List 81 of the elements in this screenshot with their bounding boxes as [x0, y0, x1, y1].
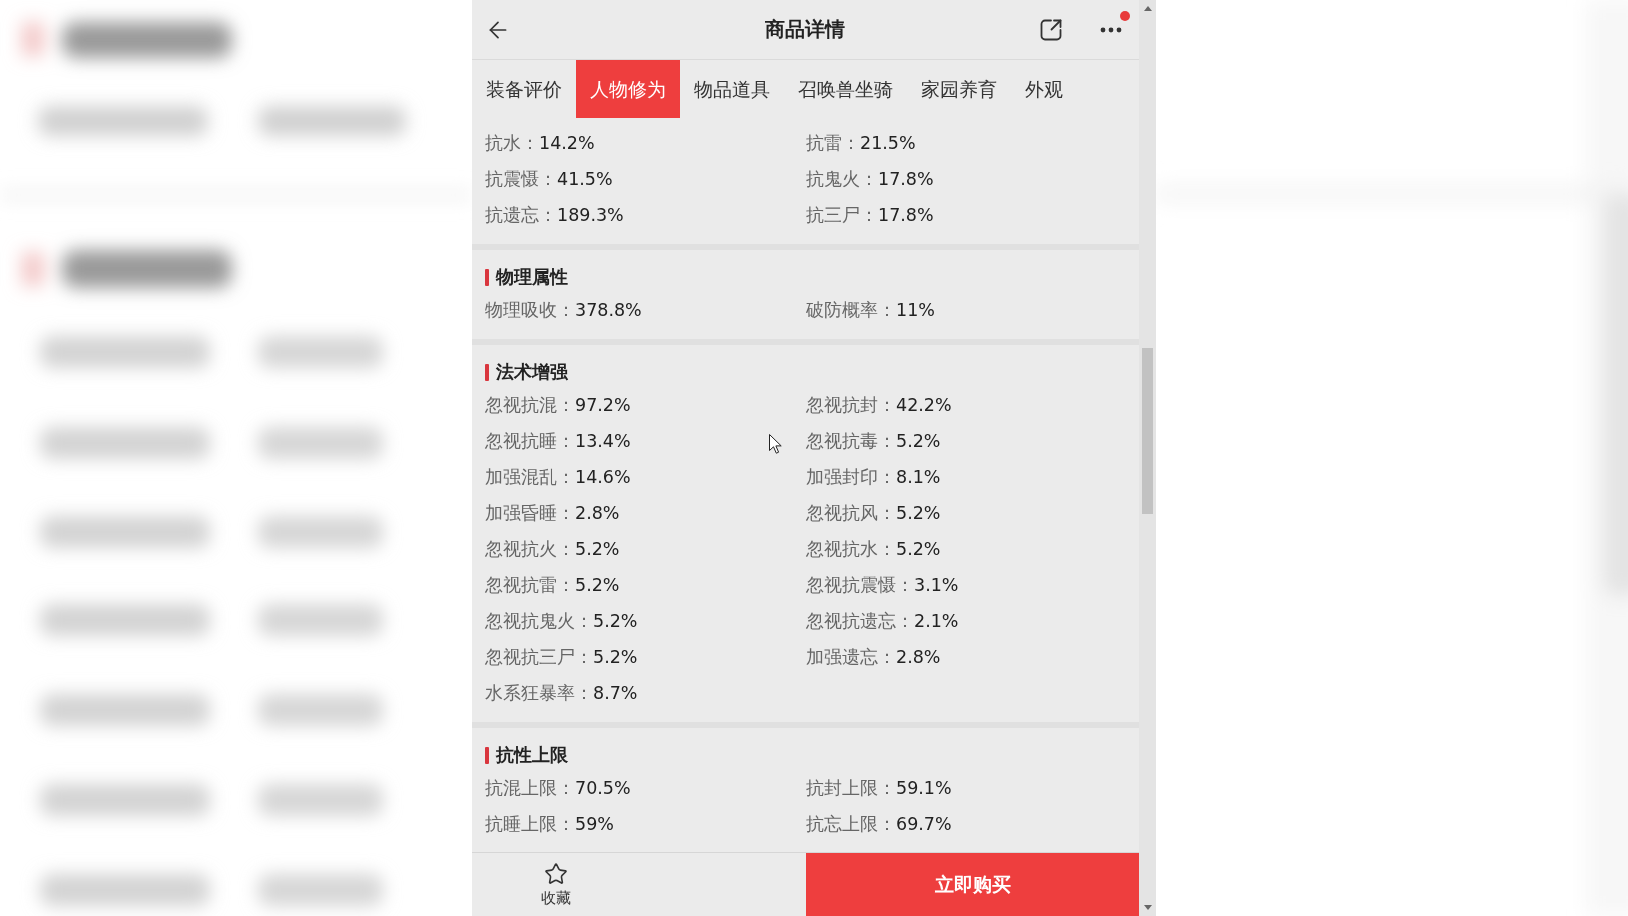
favorite-button[interactable]: 收藏 — [472, 853, 639, 916]
category-tab[interactable]: 物品道具 — [680, 60, 784, 118]
stat-label: 加强遗忘： — [806, 646, 896, 669]
stat-value: 8.1% — [896, 467, 941, 487]
share-icon — [1039, 17, 1063, 42]
stat-value: 13.4% — [575, 431, 631, 451]
stat-label: 加强昏睡： — [485, 502, 575, 525]
page-title: 商品详情 — [764, 17, 845, 43]
section-marker-icon — [485, 363, 489, 381]
stat-value: 2.1% — [914, 611, 959, 631]
stat-value: 2.8% — [575, 503, 620, 523]
more-icon — [1100, 26, 1122, 33]
stat-label: 忽视抗水： — [806, 538, 896, 561]
stat-label: 忽视抗三尸： — [485, 646, 593, 669]
stat-label: 抗雷： — [806, 132, 860, 155]
stat-value: 14.6% — [575, 467, 631, 487]
category-tab[interactable]: 装备评价 — [472, 60, 576, 118]
stat-label: 加强封印： — [806, 466, 896, 489]
stat-value: 17.8% — [878, 205, 934, 225]
stat-value: 5.2% — [593, 647, 638, 667]
stat-label: 抗睡上限： — [485, 813, 575, 836]
category-tab[interactable]: 召唤兽坐骑 — [784, 60, 907, 118]
stat-label: 抗三尸： — [806, 204, 878, 227]
stat-value: 5.2% — [593, 611, 638, 631]
section-title: 抗性上限 — [496, 744, 568, 767]
stat-value: 8.7% — [593, 683, 638, 703]
stat-label: 忽视抗毒： — [806, 430, 896, 453]
stat-label: 忽视抗火： — [485, 538, 575, 561]
stat-value: 189.3% — [557, 205, 624, 225]
scrollbar[interactable] — [1139, 0, 1156, 916]
scroll-down-icon[interactable] — [1143, 905, 1152, 910]
stat-label: 抗遗忘： — [485, 204, 557, 227]
stat-label: 抗鬼火： — [806, 168, 878, 191]
stat-label: 忽视抗混： — [485, 394, 575, 417]
stat-label: 抗忘上限： — [806, 813, 896, 836]
stat-label: 忽视抗雷： — [485, 574, 575, 597]
stat-value: 17.8% — [878, 169, 934, 189]
stat-label: 物理吸收： — [485, 299, 575, 322]
stat-label: 忽视抗睡： — [485, 430, 575, 453]
category-tab[interactable]: 家园养育 — [907, 60, 1011, 118]
stat-value: 41.5% — [557, 169, 613, 189]
stat-label: 抗水： — [485, 132, 539, 155]
stat-value: 378.8% — [575, 300, 642, 320]
stat-value: 11% — [896, 300, 935, 320]
stat-label: 忽视抗风： — [806, 502, 896, 525]
stat-value: 5.2% — [575, 539, 620, 559]
stat-label: 忽视抗封： — [806, 394, 896, 417]
stat-label: 抗混上限： — [485, 777, 575, 800]
stat-value: 42.2% — [896, 395, 952, 415]
stat-label: 抗震慑： — [485, 168, 557, 191]
section-title: 物理属性 — [496, 266, 568, 289]
stat-label: 忽视抗震慑： — [806, 574, 914, 597]
stat-value: 5.2% — [896, 503, 941, 523]
stat-label: 加强混乱： — [485, 466, 575, 489]
category-tab[interactable]: 外观 — [1011, 60, 1077, 118]
stat-value: 69.7% — [896, 814, 952, 834]
stat-value: 14.2% — [539, 133, 595, 153]
scroll-up-icon[interactable] — [1143, 6, 1152, 11]
buy-now-button[interactable]: 立即购买 — [806, 853, 1139, 916]
stat-value: 5.2% — [896, 539, 941, 559]
stat-label: 破防概率： — [806, 299, 896, 322]
stat-value: 97.2% — [575, 395, 631, 415]
section-marker-icon — [485, 746, 489, 764]
section-title: 法术增强 — [496, 361, 568, 384]
scrollbar-thumb[interactable] — [1142, 348, 1153, 514]
stat-value: 2.8% — [896, 647, 941, 667]
section-marker-icon — [485, 268, 489, 286]
stat-value: 59% — [575, 814, 614, 834]
stat-label: 抗封上限： — [806, 777, 896, 800]
stat-value: 5.2% — [896, 431, 941, 451]
stat-value: 59.1% — [896, 778, 952, 798]
stat-value: 5.2% — [575, 575, 620, 595]
stat-value: 3.1% — [914, 575, 959, 595]
category-tab[interactable]: 人物修为 — [576, 60, 680, 118]
stat-label: 忽视抗鬼火： — [485, 610, 593, 633]
stat-value: 21.5% — [860, 133, 916, 153]
mouse-pointer-icon — [769, 434, 782, 454]
stat-label: 忽视抗遗忘： — [806, 610, 914, 633]
star-icon — [543, 861, 568, 886]
stat-label: 水系狂暴率： — [485, 682, 593, 705]
stat-value: 70.5% — [575, 778, 631, 798]
